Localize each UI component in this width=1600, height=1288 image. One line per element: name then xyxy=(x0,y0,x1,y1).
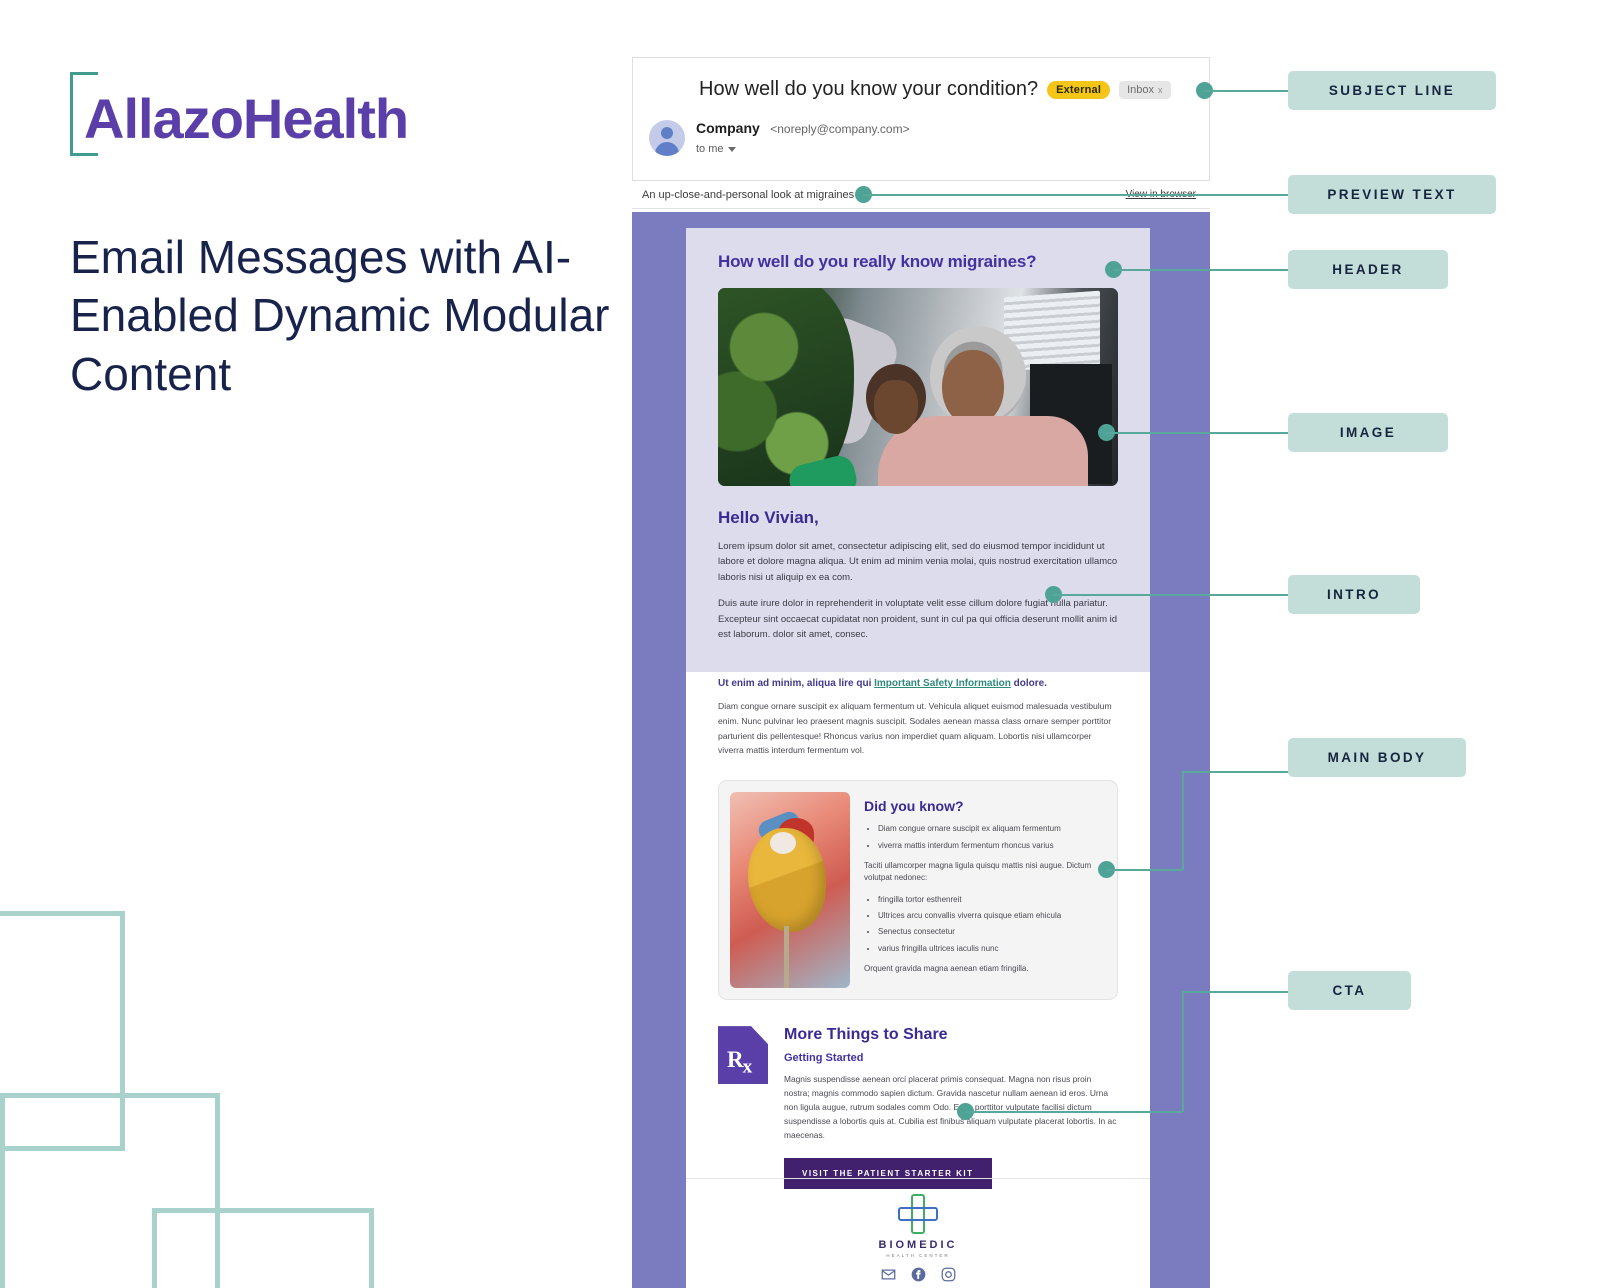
annotation-label: INTRO xyxy=(1327,587,1381,602)
connector-header xyxy=(1113,269,1293,271)
page-title: Email Messages with AI-Enabled Dynamic M… xyxy=(70,231,610,400)
remove-label-icon[interactable]: x xyxy=(1158,85,1163,95)
email-body: How well do you really know migraines? H… xyxy=(686,228,1150,1288)
greeting: Hello Vivian, xyxy=(718,508,819,527)
inbox-label-text: Inbox xyxy=(1127,83,1155,96)
recipient-label: to me xyxy=(696,143,724,155)
annotation-label: SUBJECT LINE xyxy=(1328,83,1456,98)
instagram-icon[interactable] xyxy=(941,1267,956,1282)
avatar xyxy=(649,120,685,156)
allazohealth-logo: AllazoHealth xyxy=(70,68,409,160)
did-you-know-title: Did you know? xyxy=(864,798,964,815)
did-you-know-closing-paragraph: Orquent gravida magna aenean etiam fring… xyxy=(864,964,1029,974)
poster-canvas: AllazoHealth Email Messages with AI-Enab… xyxy=(0,0,1600,1288)
list-item: Diam congue ornare suscipit ex aliquam f… xyxy=(878,823,1106,835)
did-you-know-list-bottom: fringilla tortor esthenreit Ultrices arc… xyxy=(864,894,1106,956)
isi-prefix: Ut enim ad minim, aliqua lire qui xyxy=(718,678,875,689)
annotation-label: HEADER xyxy=(1332,262,1404,277)
connector-main-body-seg3 xyxy=(1182,771,1296,773)
annotation-header: HEADER xyxy=(1288,250,1448,289)
email-hero-section: How well do you really know migraines? H… xyxy=(686,228,1150,673)
list-item: Senectus consectetur xyxy=(878,926,1106,938)
annotation-image: IMAGE xyxy=(1288,413,1448,452)
annotation-label: IMAGE xyxy=(1339,425,1397,440)
sender-name: Company xyxy=(696,120,760,136)
did-you-know-middle-paragraph: Taciti ullamcorper magna ligula quisqu m… xyxy=(864,860,1092,883)
connector-cta-seg3 xyxy=(1182,991,1296,993)
intro-paragraph-1: Lorem ipsum dolor sit amet, consectetur … xyxy=(718,541,1118,583)
external-badge: External xyxy=(1047,80,1111,99)
list-item: viverra mattis interdum fermentum rhoncu… xyxy=(878,840,1106,852)
annotation-label: MAIN BODY xyxy=(1327,750,1427,765)
connector-preview xyxy=(863,194,1296,196)
annotation-main-body: MAIN BODY xyxy=(1288,738,1466,777)
email-frame: How well do you really know migraines? H… xyxy=(632,212,1210,1288)
list-item: Ultrices arcu convallis viverra quisque … xyxy=(878,910,1106,922)
email-subject: How well do you know your condition? xyxy=(699,78,1039,100)
connector-cta-seg2 xyxy=(1182,991,1184,1112)
more-things-subtitle: Getting Started xyxy=(784,1052,864,1065)
connector-cta-seg1 xyxy=(965,1111,1183,1113)
intro-paragraph-2: Duis aute irure dolor in reprehenderit i… xyxy=(718,598,1118,640)
annotation-preview-text: PREVIEW TEXT xyxy=(1288,175,1496,214)
sender-row: Company <noreply@company.com> to me xyxy=(649,120,910,156)
heart-model-image xyxy=(730,792,850,989)
email-client-header: How well do you know your condition? Ext… xyxy=(632,57,1210,181)
footer-logo-name: BIOMEDIC xyxy=(878,1239,958,1251)
recipient-row[interactable]: to me xyxy=(696,143,910,155)
decorative-square-3 xyxy=(152,1208,374,1288)
connector-subject xyxy=(1204,90,1296,92)
annotation-cta: CTA xyxy=(1288,971,1411,1010)
inbox-label-chip[interactable]: Inbox x xyxy=(1119,80,1171,99)
connector-image xyxy=(1106,432,1294,434)
email-footer: BIOMEDIC HEALTH CENTER xyxy=(686,1178,1150,1288)
more-things-to-share-section: Rx More Things to Share Getting Started … xyxy=(718,1026,1118,1189)
footer-logo-tagline: HEALTH CENTER xyxy=(886,1253,950,1258)
connector-main-body-seg2 xyxy=(1182,771,1184,870)
connector-main-body-seg1 xyxy=(1106,869,1183,871)
list-item: varius fringilla ultrices iaculis nunc xyxy=(878,943,1106,955)
important-safety-information-link[interactable]: Important Safety Information xyxy=(874,678,1011,689)
facebook-icon[interactable] xyxy=(911,1267,926,1282)
sender-address: <noreply@company.com> xyxy=(770,122,910,136)
rx-prescription-icon: Rx xyxy=(718,1026,768,1085)
hero-image xyxy=(718,288,1118,486)
chevron-down-icon[interactable] xyxy=(727,146,736,152)
preview-bar: An up-close-and-personal look at migrain… xyxy=(632,183,1210,209)
biomedic-logo-icon xyxy=(898,1194,938,1234)
annotation-subject-line: SUBJECT LINE xyxy=(1288,71,1496,110)
subject-row: How well do you know your condition? Ext… xyxy=(699,78,1171,101)
email-main-body: Ut enim ad minim, aliqua lire qui Import… xyxy=(686,656,1150,1189)
did-you-know-list-top: Diam congue ornare suscipit ex aliquam f… xyxy=(864,823,1106,852)
more-things-title: More Things to Share xyxy=(784,1026,948,1044)
did-you-know-card: Did you know? Diam congue ornare suscipi… xyxy=(718,780,1118,1001)
preview-text: An up-close-and-personal look at migrain… xyxy=(642,189,855,201)
list-item: fringilla tortor esthenreit xyxy=(878,894,1106,906)
annotation-label: PREVIEW TEXT xyxy=(1327,187,1457,202)
annotation-intro: INTRO xyxy=(1288,575,1420,614)
body-paragraph: Diam congue ornare suscipit ex aliquam f… xyxy=(718,701,1112,756)
logo-wordmark: AllazoHealth xyxy=(84,87,409,150)
connector-intro xyxy=(1053,594,1296,596)
more-things-paragraph: Magnis suspendisse aenean orci placerat … xyxy=(784,1074,1117,1140)
social-links xyxy=(686,1267,1150,1282)
envelope-icon[interactable] xyxy=(881,1267,896,1282)
isi-suffix: dolore. xyxy=(1010,678,1047,689)
isi-line: Ut enim ad minim, aliqua lire qui Import… xyxy=(718,678,1118,689)
email-header-title: How well do you really know migraines? xyxy=(718,252,1037,271)
annotation-label: CTA xyxy=(1332,983,1367,998)
